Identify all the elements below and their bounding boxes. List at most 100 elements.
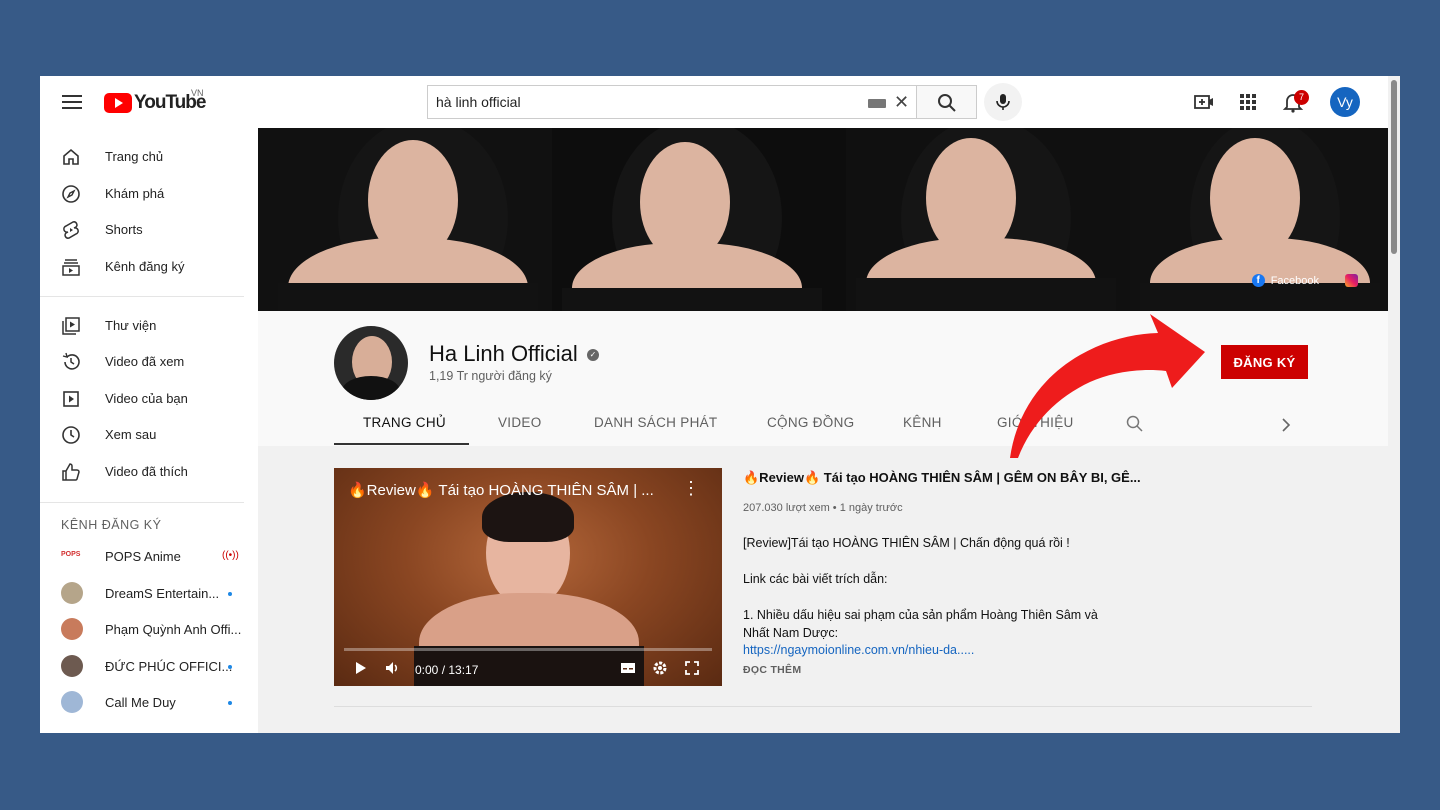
sidebar-item-explore[interactable]: Khám phá bbox=[40, 176, 258, 212]
subscriptions-icon bbox=[62, 259, 80, 276]
library-icon bbox=[62, 317, 80, 335]
sidebar-item-history[interactable]: Video đã xem bbox=[40, 344, 258, 380]
thumbs-up-icon bbox=[62, 463, 80, 481]
banner-photo bbox=[846, 128, 1130, 311]
channel-content: 🔥Review🔥 Tái tạo HOÀNG THIÊN SÂM | ... ⋮… bbox=[258, 446, 1388, 733]
new-content-dot bbox=[228, 665, 232, 669]
subscriptions-heading: KÊNH ĐĂNG KÝ bbox=[61, 518, 162, 532]
section-divider bbox=[334, 706, 1312, 707]
scrollbar-thumb[interactable] bbox=[1391, 80, 1397, 254]
sidebar-item-label: Xem sau bbox=[105, 427, 157, 442]
sidebar-subscription-item[interactable]: Call Me Duy bbox=[40, 685, 258, 721]
facebook-link[interactable]: Facebook bbox=[1271, 275, 1319, 287]
sidebar-item-shorts[interactable]: Shorts bbox=[40, 212, 258, 248]
sidebar-divider bbox=[40, 502, 244, 503]
settings-gear-icon[interactable] bbox=[652, 660, 668, 676]
channel-avatar bbox=[61, 618, 83, 640]
search-input[interactable] bbox=[434, 93, 858, 111]
sidebar-item-label: Video của bạn bbox=[105, 391, 188, 406]
sidebar-item-liked-videos[interactable]: Video đã thích bbox=[40, 454, 258, 490]
featured-video-title[interactable]: 🔥Review🔥 Tái tạo HOÀNG THIÊN SÂM | GÊM O… bbox=[743, 470, 1141, 486]
new-content-dot bbox=[228, 592, 232, 596]
volume-icon[interactable] bbox=[384, 660, 400, 676]
description-link[interactable]: https://ngaymoionline.com.vn/nhieu-da...… bbox=[743, 643, 974, 657]
player-video-title[interactable]: 🔥Review🔥 Tái tạo HOÀNG THIÊN SÂM | ... bbox=[348, 481, 654, 499]
youtube-play-icon bbox=[104, 93, 132, 113]
sidebar-item-label: Video đã xem bbox=[105, 354, 185, 369]
active-tab-indicator bbox=[334, 443, 469, 445]
microphone-icon bbox=[996, 94, 1010, 110]
voice-search-button[interactable] bbox=[984, 83, 1022, 121]
sidebar-item-label: Kênh đăng ký bbox=[105, 259, 185, 274]
channel-header: Ha Linh Official ✓ 1,19 Tr người đăng ký… bbox=[258, 311, 1388, 446]
sidebar-item-label: Khám phá bbox=[105, 186, 165, 201]
sidebar-item-label: POPS Anime bbox=[105, 549, 181, 564]
fullscreen-icon[interactable] bbox=[684, 660, 700, 676]
sidebar-item-label: DreamS Entertain... bbox=[105, 586, 220, 601]
featured-video-description: [Review]Tái tạo HOÀNG THIÊN SÂM | Chấn đ… bbox=[743, 536, 1070, 550]
page-scrollbar[interactable] bbox=[1388, 76, 1400, 733]
your-videos-icon bbox=[63, 391, 79, 407]
clock-icon bbox=[62, 426, 80, 444]
read-more-button[interactable]: ĐỌC THÊM bbox=[743, 664, 801, 676]
sidebar-item-subscriptions[interactable]: Kênh đăng ký bbox=[40, 249, 258, 285]
sidebar-subscription-item[interactable]: POPS POPS Anime ((•)) bbox=[40, 539, 258, 575]
play-icon[interactable] bbox=[354, 660, 368, 676]
live-broadcast-icon: ((•)) bbox=[222, 550, 239, 561]
account-avatar[interactable]: Vy bbox=[1330, 87, 1360, 117]
channel-avatar bbox=[334, 326, 408, 400]
banner-social-links: f Facebook bbox=[1251, 274, 1358, 287]
subtitles-icon[interactable] bbox=[620, 660, 636, 676]
browser-window: YouTube VN ✕ 7 Vy Trang chủ Khám phá bbox=[40, 76, 1400, 733]
search-button[interactable] bbox=[917, 85, 977, 119]
sidebar-item-label: Call Me Duy bbox=[105, 695, 176, 710]
sidebar-item-home[interactable]: Trang chủ bbox=[40, 139, 258, 175]
hamburger-menu-icon[interactable] bbox=[62, 92, 82, 112]
region-code: VN bbox=[191, 88, 204, 98]
history-icon bbox=[62, 352, 80, 370]
featured-video-player[interactable]: 🔥Review🔥 Tái tạo HOÀNG THIÊN SÂM | ... ⋮… bbox=[334, 468, 722, 686]
sidebar-subscription-item[interactable]: DreamS Entertain... bbox=[40, 576, 258, 612]
clear-search-icon[interactable]: ✕ bbox=[894, 92, 909, 113]
masthead: YouTube VN ✕ 7 Vy bbox=[40, 76, 1388, 128]
sidebar-item-label: Phạm Quỳnh Anh Offi... bbox=[105, 622, 242, 637]
banner-photo bbox=[552, 128, 846, 311]
tab-community[interactable]: CỘNG ĐỒNG bbox=[767, 415, 854, 430]
video-progress-bar[interactable] bbox=[344, 648, 712, 651]
subscribe-button[interactable]: ĐĂNG KÝ bbox=[1221, 345, 1308, 379]
sidebar-divider bbox=[40, 296, 244, 297]
sidebar-item-label: ĐỨC PHÚC OFFICI... bbox=[105, 659, 233, 674]
more-options-icon[interactable]: ⋮ bbox=[682, 478, 700, 499]
sidebar: Trang chủ Khám phá Shorts Kênh đăng ký T… bbox=[40, 128, 258, 733]
sidebar-item-label: Shorts bbox=[105, 222, 143, 237]
featured-video-description: 1. Nhiều dấu hiệu sai phạm của sản phẩm … bbox=[743, 608, 1098, 622]
create-video-icon[interactable] bbox=[1192, 90, 1216, 114]
search-icon bbox=[938, 94, 956, 112]
shorts-icon bbox=[63, 221, 79, 239]
tab-home[interactable]: TRANG CHỦ bbox=[363, 415, 446, 430]
compass-icon bbox=[62, 185, 80, 203]
tab-channels[interactable]: KÊNH bbox=[903, 415, 942, 430]
facebook-icon[interactable]: f bbox=[1251, 274, 1265, 287]
channel-avatar: POPS bbox=[61, 545, 83, 567]
sidebar-subscription-item[interactable]: Phạm Quỳnh Anh Offi... bbox=[40, 612, 258, 648]
home-icon bbox=[63, 148, 79, 165]
tab-playlists[interactable]: DANH SÁCH PHÁT bbox=[594, 415, 717, 430]
banner-photo bbox=[258, 128, 552, 311]
sidebar-item-label: Video đã thích bbox=[105, 464, 188, 479]
subscriber-count: 1,19 Tr người đăng ký bbox=[429, 369, 552, 383]
featured-video-meta: 207.030 lượt xem • 1 ngày trước bbox=[743, 502, 903, 514]
sidebar-subscription-item[interactable]: ĐỨC PHÚC OFFICI... bbox=[40, 649, 258, 685]
chevron-right-icon[interactable] bbox=[1279, 417, 1293, 433]
apps-grid-icon[interactable] bbox=[1236, 90, 1260, 114]
tab-about[interactable]: GIỚI THIỆU bbox=[997, 415, 1074, 430]
sidebar-item-watch-later[interactable]: Xem sau bbox=[40, 417, 258, 453]
tab-videos[interactable]: VIDEO bbox=[498, 415, 542, 430]
sidebar-item-library[interactable]: Thư viện bbox=[40, 308, 258, 344]
keyboard-icon[interactable] bbox=[868, 99, 886, 108]
notification-badge: 7 bbox=[1294, 90, 1309, 105]
sidebar-item-your-videos[interactable]: Video của bạn bbox=[40, 381, 258, 417]
channel-search-icon[interactable] bbox=[1126, 415, 1144, 433]
instagram-icon[interactable] bbox=[1345, 274, 1358, 287]
featured-video-description: Nhất Nam Dược: bbox=[743, 626, 839, 640]
